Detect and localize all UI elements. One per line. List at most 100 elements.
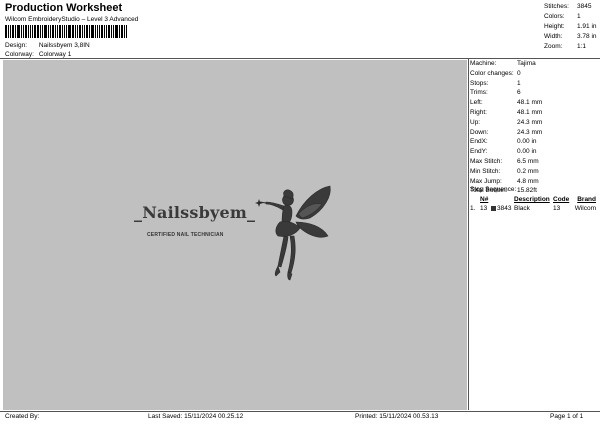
table-row: 1. 13 3843 Black 13 Wilcom <box>470 204 598 213</box>
panel-divider <box>468 58 469 410</box>
barcode-bar <box>55 25 56 38</box>
param-row: Min Stitch: 0.2 mm <box>470 167 598 177</box>
param-label: Up: <box>470 118 481 126</box>
barcode-bar <box>126 25 127 38</box>
param-label: EndX: <box>470 138 488 146</box>
barcode-bar <box>30 25 31 38</box>
barcode-bar <box>108 25 110 38</box>
barcode-bar <box>119 25 120 38</box>
cell-stitch-count: 3843 <box>497 205 512 212</box>
cell-number: 13 <box>480 205 488 212</box>
summary-value: 1:1 <box>577 43 587 50</box>
summary-value: 3845 <box>577 3 592 10</box>
param-label: Right: <box>470 108 487 116</box>
param-value: Tajima <box>517 60 536 67</box>
summary-row: Colors: 1 <box>544 12 600 22</box>
param-value: 0.00 in <box>517 138 537 146</box>
barcode-bar <box>28 25 29 38</box>
barcode-bar <box>50 25 51 38</box>
param-value: 24.3 mm <box>517 118 543 126</box>
param-label: Color changes: <box>470 69 514 77</box>
param-row: Down: 24.3 mm <box>470 128 598 138</box>
cell-stitches: 3843 <box>491 204 514 213</box>
summary-label: Colors: <box>544 13 565 20</box>
summary-row: Zoom: 1:1 <box>544 42 600 52</box>
col-header-code: Code <box>553 196 570 203</box>
summary-value: 3.78 in <box>577 33 597 40</box>
page-number: Page 1 of 1 <box>550 413 584 420</box>
barcode-bar <box>104 25 105 38</box>
summary-label: Width: <box>544 33 563 40</box>
param-value: 1 <box>517 79 521 87</box>
barcode-bar <box>44 25 47 38</box>
summary-label: Height: <box>544 23 565 30</box>
barcode-bar <box>89 25 90 38</box>
barcode-bar <box>68 25 71 38</box>
design-row: Design: Nailssbyem 3,8IN <box>5 42 90 49</box>
cell-index: 1. <box>470 205 476 212</box>
param-label: Max Jump: <box>470 177 502 185</box>
machine-parameters-panel: Machine: Tajima Color changes: 0 Stops: 1 T… <box>470 59 598 196</box>
barcode-bar <box>95 25 96 38</box>
cell-brand: Wilcom <box>574 205 596 212</box>
fairy-icon <box>255 185 331 281</box>
barcode-bar <box>59 25 61 38</box>
barcode-bar <box>37 25 39 38</box>
param-row: Trims: 6 <box>470 88 598 98</box>
barcode-bar <box>17 25 20 38</box>
barcode-bar <box>25 25 27 38</box>
barcode-bar <box>106 25 107 38</box>
stop-sequence-table: N# Description Code Brand 1. 13 3843 Bla… <box>470 195 598 213</box>
param-value: 0.00 in <box>517 148 537 156</box>
param-row: EndY: 0.00 in <box>470 147 598 157</box>
param-value: 0 <box>517 69 521 77</box>
barcode-bar <box>124 25 125 38</box>
colorway-value: Colorway 1 <box>38 51 72 58</box>
barcode-bar <box>8 25 9 38</box>
col-header-stitches <box>491 195 514 204</box>
created-by: Created By: <box>5 413 40 420</box>
page-title: Production Worksheet <box>5 2 123 14</box>
summary-row: Width: 3.78 in <box>544 32 600 42</box>
barcode-bar <box>32 25 33 38</box>
col-header-brand: Brand <box>577 196 596 203</box>
summary-label: Zoom: <box>544 43 563 50</box>
barcode-bar <box>79 25 81 38</box>
param-value: 4.8 mm <box>517 177 539 185</box>
param-value: 15.82ft <box>517 187 537 195</box>
barcode-bar <box>97 25 98 38</box>
col-header-index <box>470 195 480 204</box>
barcode-bar <box>82 25 83 38</box>
barcode <box>5 25 131 38</box>
design-logo-subtext: CERTIFIED NAIL TECHNICIAN <box>147 232 224 238</box>
barcode-bar <box>113 25 114 38</box>
barcode-bar <box>91 25 94 38</box>
barcode-bar <box>111 25 112 38</box>
barcode-bar <box>15 25 16 38</box>
col-header-description: Description <box>514 196 550 203</box>
footer-divider <box>0 411 600 412</box>
param-label: Left: <box>470 99 483 107</box>
color-swatch <box>491 205 496 211</box>
barcode-bar <box>101 25 103 38</box>
param-value: 6.5 mm <box>517 157 539 165</box>
summary-row: Stitches: 3845 <box>544 2 600 12</box>
param-value: 48.1 mm <box>517 99 543 107</box>
cell-code: 13 <box>553 205 561 212</box>
param-row: Max Stitch: 6.5 mm <box>470 157 598 167</box>
barcode-bar <box>84 25 85 38</box>
stop-sequence-title: Stop Sequence: <box>470 186 517 193</box>
barcode-bar <box>121 25 123 38</box>
param-label: Machine: <box>470 60 497 67</box>
param-value: 48.1 mm <box>517 108 543 116</box>
param-row: Left: 48.1 mm <box>470 98 598 108</box>
param-label: Max Stitch: <box>470 157 503 165</box>
barcode-bar <box>57 25 58 38</box>
param-row: Stops: 1 <box>470 79 598 89</box>
barcode-bar <box>77 25 78 38</box>
barcode-bar <box>52 25 54 38</box>
design-preview-canvas[interactable] <box>3 60 467 410</box>
param-row: Up: 24.3 mm <box>470 118 598 128</box>
colorway-label: Colorway: <box>5 51 34 58</box>
param-label: Down: <box>470 128 489 136</box>
